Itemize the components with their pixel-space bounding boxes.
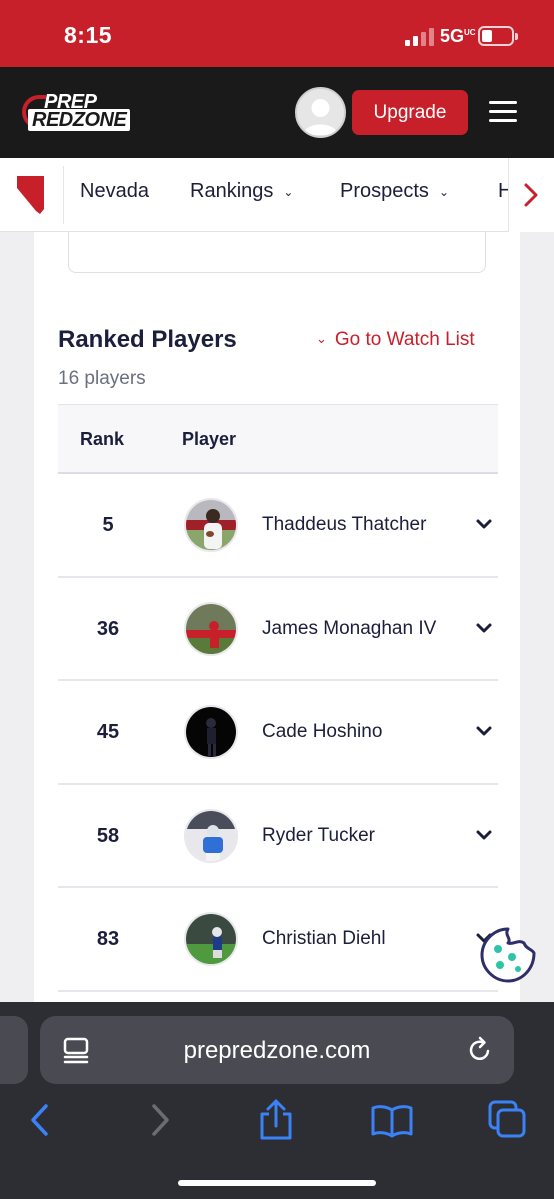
table-row[interactable]: 83 Christian Diehl [58,888,498,992]
sub-navigation: Nevada Rankings ⌄ Prospects ⌄ H [0,158,554,232]
player-photo [184,498,238,552]
chevron-down-icon: ⌄ [283,184,294,199]
nevada-state-icon [16,175,46,215]
player-rank: 5 [102,514,114,536]
logo-text-bottom: REDZONE [28,109,131,131]
forward-icon[interactable] [138,1098,182,1142]
bookmarks-icon[interactable] [370,1098,414,1142]
battery-icon [478,26,518,46]
prep-redzone-logo[interactable]: PREP REDZONE [22,91,150,135]
hamburger-icon[interactable] [489,101,517,123]
back-icon[interactable] [18,1098,62,1142]
reload-icon[interactable] [466,1036,494,1064]
table-row[interactable]: 58 Ryder Tucker [58,785,498,888]
avatar[interactable] [295,87,346,138]
watch-list-label: Go to Watch List [334,329,475,350]
network-label: 5GUC [440,26,476,46]
column-header-player: Player [182,429,237,449]
player-rank: 45 [96,721,120,743]
table-header: Rank Player [58,404,498,474]
nav-prospects-label: Prospects [340,180,429,202]
rankings-card: Ranked Players ⌄ Go to Watch List 16 play… [34,232,520,1004]
player-name[interactable]: Cade Hoshino [262,721,382,743]
url-text[interactable]: prepredzone.com [40,1037,514,1065]
previous-tab-preview[interactable] [0,1016,28,1084]
player-name[interactable]: James Monaghan IV [262,618,436,640]
player-photo [184,808,238,863]
table-row[interactable]: 5 Thaddeus Thatcher [58,474,498,578]
chevron-right-icon [524,183,538,207]
watch-list-link[interactable]: ⌄ Go to Watch List [316,329,475,351]
upgrade-button[interactable]: Upgrade [352,90,468,135]
home-indicator[interactable] [178,1180,376,1186]
site-header: PREP REDZONE Upgrade [0,67,554,158]
browser-toolbar: prepredzone.com [0,1002,554,1199]
table-row[interactable]: 36 James Monaghan IV [58,578,498,681]
player-photo [184,601,238,656]
nav-item-state[interactable]: Nevada [80,180,149,203]
section-title: Ranked Players [58,326,237,353]
player-name[interactable]: Ryder Tucker [262,825,375,847]
address-bar[interactable]: prepredzone.com [40,1016,514,1084]
player-photo [184,705,238,759]
column-header-rank: Rank [80,429,125,449]
rankings-table: Rank Player 5 Thaddeus Thatcher 36 James… [58,404,498,992]
nav-scroll-right-button[interactable] [509,158,554,232]
tabs-icon[interactable] [486,1098,530,1142]
player-name[interactable]: Thaddeus Thatcher [262,514,426,536]
player-name[interactable]: Christian Diehl [262,928,386,950]
player-rank: 58 [96,824,120,847]
chevron-down-icon[interactable] [472,719,496,743]
nav-rankings-label: Rankings [190,180,274,202]
chevron-down-icon[interactable] [472,616,496,640]
nav-item-rankings[interactable]: Rankings ⌄ [190,180,293,203]
player-rank: 83 [96,928,120,950]
table-row[interactable]: 45 Cade Hoshino [58,681,498,785]
chevron-down-icon[interactable] [472,512,496,536]
player-photo [184,912,238,966]
player-count: 16 players [58,368,146,389]
status-bar: 8:15 5GUC [0,0,554,67]
player-rank: 36 [96,617,120,640]
previous-section-box [68,232,486,273]
chevron-down-icon: ⌄ [438,184,449,199]
status-time: 8:15 [64,22,113,48]
cookie-icon[interactable] [478,925,538,985]
nav-separator [63,166,64,224]
nav-item-prospects[interactable]: Prospects ⌄ [340,180,449,203]
share-icon[interactable] [254,1098,298,1142]
chevron-down-icon: ⌄ [316,331,327,346]
chevron-down-icon[interactable] [472,823,496,847]
cellular-signal-icon [405,28,435,46]
